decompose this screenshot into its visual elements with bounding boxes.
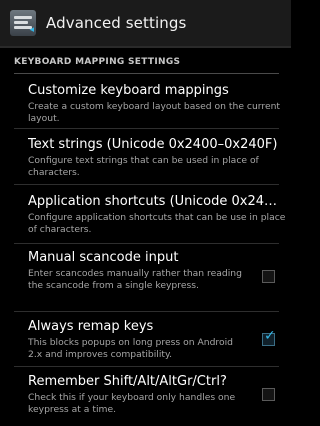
section-header-label: KEYBOARD MAPPING SETTINGS: [14, 56, 181, 67]
pref-title: Customize keyboard mappings: [28, 83, 229, 98]
pref-manual-scancode-input[interactable]: Manual scancode input Enter scancodes ma…: [28, 250, 286, 292]
pref-title: Text strings (Unicode 0x2400–0x240F): [28, 137, 278, 152]
pref-title: Always remap keys: [28, 319, 154, 334]
action-bar: ◂ Advanced settings: [0, 0, 291, 48]
pref-summary: Enter scancodes manually rather than rea…: [28, 268, 242, 291]
always-remap-keys-checkbox[interactable]: ✓: [262, 329, 276, 346]
divider: [14, 184, 279, 185]
divider: [14, 243, 279, 244]
pref-application-shortcuts[interactable]: Application shortcuts (Unicode 0x2410.. …: [28, 194, 286, 236]
pref-title: Manual scancode input: [28, 250, 179, 265]
manual-scancode-checkbox[interactable]: [262, 270, 275, 283]
app-keyboard-icon[interactable]: ◂: [10, 10, 36, 36]
page-title: Advanced settings: [46, 14, 187, 32]
remember-modifiers-checkbox[interactable]: [262, 388, 275, 401]
pref-summary: This blocks popups on long press on Andr…: [28, 337, 233, 360]
divider: [14, 366, 279, 367]
pref-always-remap-keys[interactable]: Always remap keys This blocks popups on …: [28, 319, 286, 361]
divider: [14, 311, 279, 312]
pref-title: Remember Shift/Alt/AltGr/Ctrl?: [28, 374, 227, 389]
section-header: KEYBOARD MAPPING SETTINGS: [14, 50, 279, 74]
pref-remember-modifiers[interactable]: Remember Shift/Alt/AltGr/Ctrl? Check thi…: [28, 374, 286, 416]
pref-summary: Check this if your keyboard only handles…: [28, 392, 236, 415]
pref-text-strings[interactable]: Text strings (Unicode 0x2400–0x240F) Con…: [28, 137, 286, 179]
pref-summary: Create a custom keyboard layout based on…: [28, 101, 281, 124]
pref-title: Application shortcuts (Unicode 0x2410..: [28, 194, 283, 209]
pref-customize-keyboard-mappings[interactable]: Customize keyboard mappings Create a cus…: [28, 83, 286, 125]
pref-summary: Configure text strings that can be used …: [28, 155, 259, 178]
checkmark-icon: ✓: [264, 328, 276, 344]
pref-summary: Configure application shortcuts that can…: [28, 212, 286, 235]
divider: [14, 128, 279, 129]
